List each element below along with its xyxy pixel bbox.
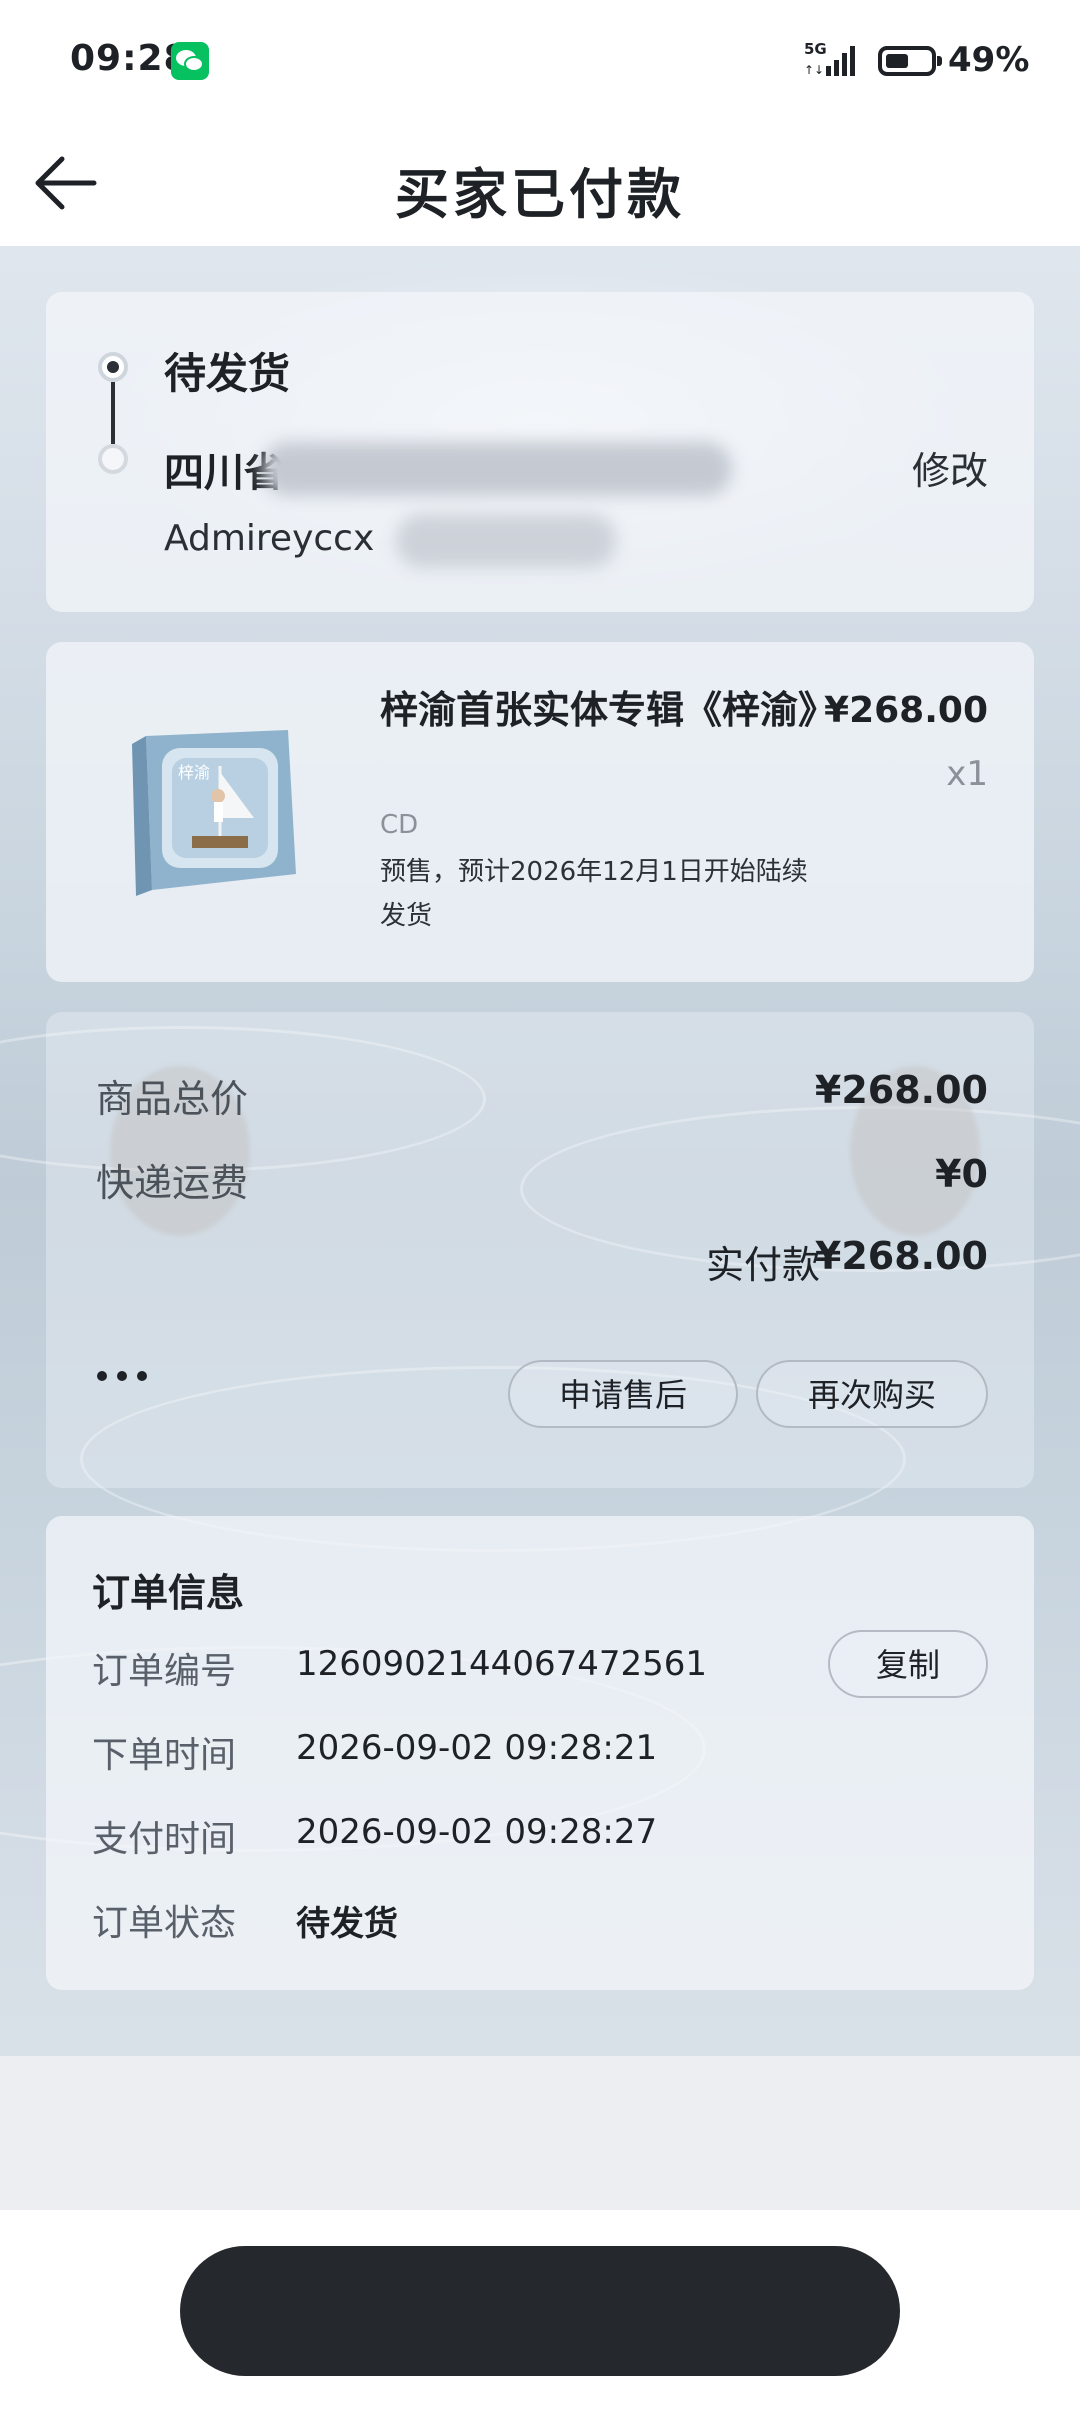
recipient-name: Admireyccx (164, 518, 375, 559)
page-title: 买家已付款 (395, 163, 685, 226)
shipping-status: 待发货 (164, 349, 291, 398)
phone-blurred (396, 514, 616, 568)
product-spec: CD (380, 810, 419, 840)
created-time-label: 下单时间 (92, 1735, 237, 1776)
product-card[interactable]: 梓渝 梓渝首张实体专辑《梓渝》 ¥268.00 x1 CD 预售，预计2026年… (46, 642, 1034, 982)
bottom-spacer (0, 2056, 1080, 2210)
status-bar: 09:28 5G ↑↓ 49% (0, 0, 1080, 120)
presale-note: 预售，预计2026年12月1日开始陆续发货 (380, 857, 808, 931)
order-no-label: 订单编号 (92, 1651, 237, 1692)
goods-total-label: 商品总价 (96, 1077, 249, 1121)
goods-total-value: ¥268.00 (814, 1068, 988, 1112)
nav-bar: 买家已付款 (0, 120, 1080, 246)
order-info-title: 订单信息 (92, 1571, 245, 1615)
timeline-line (111, 382, 115, 444)
after-sale-button[interactable]: 申请售后 (508, 1360, 738, 1428)
timeline-dot (98, 444, 128, 474)
paid-value: ¥268.00 (814, 1234, 988, 1278)
network-label: 5G (804, 40, 827, 58)
bottom-action-bar[interactable] (180, 2246, 900, 2376)
battery-icon (878, 46, 942, 76)
paid-time-value: 2026-09-02 09:28:27 (296, 1812, 658, 1852)
product-price: ¥268.00 (824, 690, 988, 731)
svg-text:梓渝: 梓渝 (178, 763, 210, 782)
address-card: 待发货 四川省 修改 Admireyccx (46, 292, 1034, 612)
address-blurred (262, 442, 732, 496)
rebuy-button[interactable]: 再次购买 (756, 1360, 988, 1428)
more-dots-icon[interactable] (96, 1366, 156, 1390)
product-thumbnail[interactable]: 梓渝 (128, 726, 300, 896)
svg-text:↑↓: ↑↓ (804, 63, 824, 77)
order-status-value: 待发货 (296, 1904, 398, 1944)
timeline-dot-active (98, 352, 128, 382)
product-name[interactable]: 梓渝首张实体专辑《梓渝》 (380, 682, 840, 738)
order-no-value: 1260902144067472561 (296, 1644, 708, 1684)
order-status-label: 订单状态 (92, 1903, 237, 1944)
paid-time-label: 支付时间 (92, 1819, 237, 1860)
shipping-label: 快递运费 (96, 1161, 249, 1205)
battery-percent: 49% (948, 40, 1030, 80)
product-quantity: x1 (946, 754, 988, 794)
copy-button[interactable]: 复制 (828, 1630, 988, 1698)
wechat-icon (171, 42, 209, 80)
paid-label: 实付款 (705, 1243, 820, 1287)
price-summary-card: 商品总价 ¥268.00 快递运费 ¥0 实付款 ¥268.00 申请售后 再次… (46, 1012, 1034, 1488)
signal-icon: 5G ↑↓ (804, 40, 866, 84)
order-info-card: 订单信息 订单编号 1260902144067472561 复制 下单时间 20… (46, 1516, 1034, 1990)
edit-address-button[interactable]: 修改 (912, 440, 988, 495)
created-time-value: 2026-09-02 09:28:21 (296, 1728, 658, 1768)
shipping-value: ¥0 (935, 1152, 988, 1196)
